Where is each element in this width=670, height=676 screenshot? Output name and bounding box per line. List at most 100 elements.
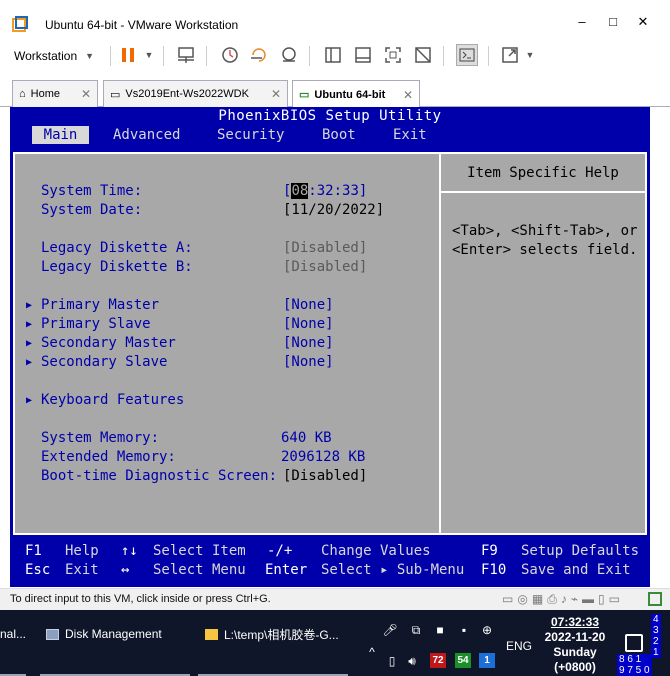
terminal-icon[interactable] — [456, 44, 478, 66]
secondary-slave-label[interactable]: Secondary Slave — [41, 353, 167, 372]
close-icon[interactable]: ✕ — [81, 87, 91, 101]
display-icon[interactable]: ▬ — [582, 592, 594, 607]
legacy-diskette-b-label: Legacy Diskette B: — [41, 259, 193, 275]
chevron-up-icon[interactable]: ^ — [364, 644, 380, 660]
workstation-label: Workstation — [14, 49, 78, 63]
removable-device-icon[interactable]: ▯ — [598, 592, 605, 607]
toolbar: Workstation ▼ ▼ ▼ — [0, 40, 670, 72]
desktop-widget-digits: 4 3 2 1 — [651, 614, 661, 658]
system-time-value[interactable]: [08:32:33] — [283, 182, 367, 201]
boot-diagnostic-value[interactable]: [Disabled] — [283, 467, 367, 486]
legacy-diskette-a-value[interactable]: [Disabled] — [283, 239, 367, 258]
legacy-diskette-b-value[interactable]: [Disabled] — [283, 258, 367, 277]
cd-icon[interactable]: ◎ — [517, 592, 527, 607]
input-language[interactable]: ENG — [506, 639, 532, 653]
clock-timezone: (+0800) — [554, 660, 596, 674]
send-ctrl-alt-del-icon[interactable] — [176, 45, 196, 65]
globe-icon[interactable]: ⊕ — [479, 622, 495, 638]
key-f1: F1 — [25, 543, 42, 559]
home-icon: ⌂ — [19, 88, 26, 100]
bios-menu-main[interactable]: Main — [32, 126, 89, 144]
close-icon[interactable]: ✕ — [271, 87, 281, 101]
workstation-menu[interactable]: Workstation ▼ — [8, 44, 100, 68]
secondary-master-label[interactable]: Secondary Master — [41, 334, 176, 353]
system-clock[interactable]: 07:32:33 2022-11-20 Sunday (+0800) — [535, 615, 615, 675]
key-f9: F9 — [481, 543, 498, 559]
status-bar: To direct input to this VM, click inside… — [0, 588, 670, 610]
taskbar-item-disk-management[interactable]: Disk Management — [46, 624, 162, 644]
printer-icon[interactable]: ⎙ — [547, 592, 557, 607]
time-hour-cursor[interactable]: 08 — [291, 183, 309, 199]
hard-disk-icon[interactable]: ▭ — [502, 592, 513, 607]
tab-vs2019ent[interactable]: ▭ Vs2019Ent-Ws2022WDK ✕ — [103, 80, 288, 107]
taskbar-item-label: nal... — [0, 627, 27, 641]
vm-console[interactable]: PhoenixBIOS Setup Utility Main Advanced … — [10, 107, 650, 587]
pause-icon[interactable] — [118, 45, 138, 65]
snapshot-manager-icon[interactable] — [279, 45, 299, 65]
unity-icon[interactable] — [413, 45, 433, 65]
bios-menu-boot[interactable]: Boot — [316, 126, 362, 144]
tab-home[interactable]: ⌂ Home ✕ — [12, 80, 98, 107]
minimize-button[interactable]: – — [570, 14, 594, 29]
submenu-arrow-icon: ▶ — [26, 319, 33, 330]
fit-guest-icon[interactable] — [648, 592, 662, 606]
badge-blue[interactable]: 1 — [479, 653, 495, 668]
submenu-arrow-icon: ▶ — [26, 357, 33, 368]
phone-icon[interactable]: ▯ — [384, 653, 400, 669]
key-leftright-desc: Select Menu — [153, 562, 246, 578]
screen-icon[interactable]: ▪ — [456, 622, 472, 638]
full-screen-icon[interactable] — [383, 45, 403, 65]
bios-main-panel: Item Specific Help <Tab>, <Shift-Tab>, o… — [13, 152, 647, 535]
copy-icon[interactable]: ⧉ — [408, 622, 424, 638]
sound-icon[interactable]: ♪ — [561, 592, 567, 607]
primary-master-label[interactable]: Primary Master — [41, 296, 159, 315]
tab-label: Vs2019Ent-Ws2022WDK — [125, 88, 249, 100]
notification-center-icon[interactable] — [625, 634, 643, 652]
bios-menu-advanced[interactable]: Advanced — [107, 126, 186, 144]
system-date-value[interactable]: [11/20/2022] — [283, 201, 384, 220]
clock-time: 07:32:33 — [550, 615, 600, 629]
close-button[interactable]: ✕ — [631, 14, 655, 30]
bios-footer: F1 Help ↑↓ Select Item -/+ Change Values… — [10, 541, 650, 585]
tab-label: Ubuntu 64-bit — [314, 88, 386, 101]
extended-memory-label: Extended Memory: — [41, 449, 176, 465]
revert-snapshot-icon[interactable] — [249, 45, 269, 65]
network-icon[interactable]: ▦ — [532, 592, 543, 607]
window-icon[interactable]: ■ — [432, 622, 448, 638]
microphone-icon[interactable]: 🎤︎ — [382, 622, 398, 638]
volume-icon[interactable]: 🔊︎ — [404, 653, 420, 669]
bios-menu-exit[interactable]: Exit — [387, 126, 433, 144]
windows-taskbar: nal... Disk Management L:\temp\相机胶卷-G...… — [0, 610, 670, 676]
usb-icon[interactable]: ⌁ — [571, 592, 578, 607]
console-view-icon[interactable] — [353, 45, 373, 65]
maximize-button[interactable]: □ — [601, 14, 625, 29]
pause-dropdown-icon[interactable]: ▼ — [139, 45, 159, 65]
message-icon[interactable]: ▭ — [609, 592, 620, 607]
key-enter: Enter — [265, 562, 308, 578]
tab-label: Home — [30, 88, 60, 100]
bios-title: PhoenixBIOS Setup Utility — [218, 108, 442, 124]
snapshot-icon[interactable] — [220, 45, 240, 65]
stretch-icon[interactable] — [500, 45, 520, 65]
badge-red[interactable]: 72 — [430, 653, 446, 668]
system-date-label: System Date: — [41, 202, 143, 218]
secondary-master-value: [None] — [283, 335, 334, 351]
toolbar-divider — [110, 46, 111, 66]
help-divider — [441, 191, 645, 193]
tab-ubuntu[interactable]: ▭ Ubuntu 64-bit ✕ — [292, 80, 420, 108]
key-esc-desc: Exit — [65, 562, 99, 578]
taskbar-item-terminal[interactable]: nal... — [0, 624, 26, 644]
clock-day: Sunday — [553, 645, 597, 659]
taskbar-item-explorer[interactable]: L:\temp\相机胶卷-G... — [205, 624, 339, 644]
system-memory-value: 640 KB — [281, 430, 332, 446]
bios-menu-security[interactable]: Security — [211, 126, 290, 144]
stretch-dropdown-icon[interactable]: ▼ — [520, 45, 540, 65]
library-view-icon[interactable] — [323, 45, 343, 65]
primary-slave-label[interactable]: Primary Slave — [41, 315, 151, 334]
disk-management-icon — [46, 628, 59, 640]
time-rest: :32:33] — [308, 183, 368, 199]
keyboard-features-label[interactable]: Keyboard Features — [41, 391, 184, 410]
extended-memory-value: 2096128 KB — [281, 449, 366, 465]
close-icon[interactable]: ✕ — [403, 88, 413, 102]
badge-green[interactable]: 54 — [455, 653, 471, 668]
